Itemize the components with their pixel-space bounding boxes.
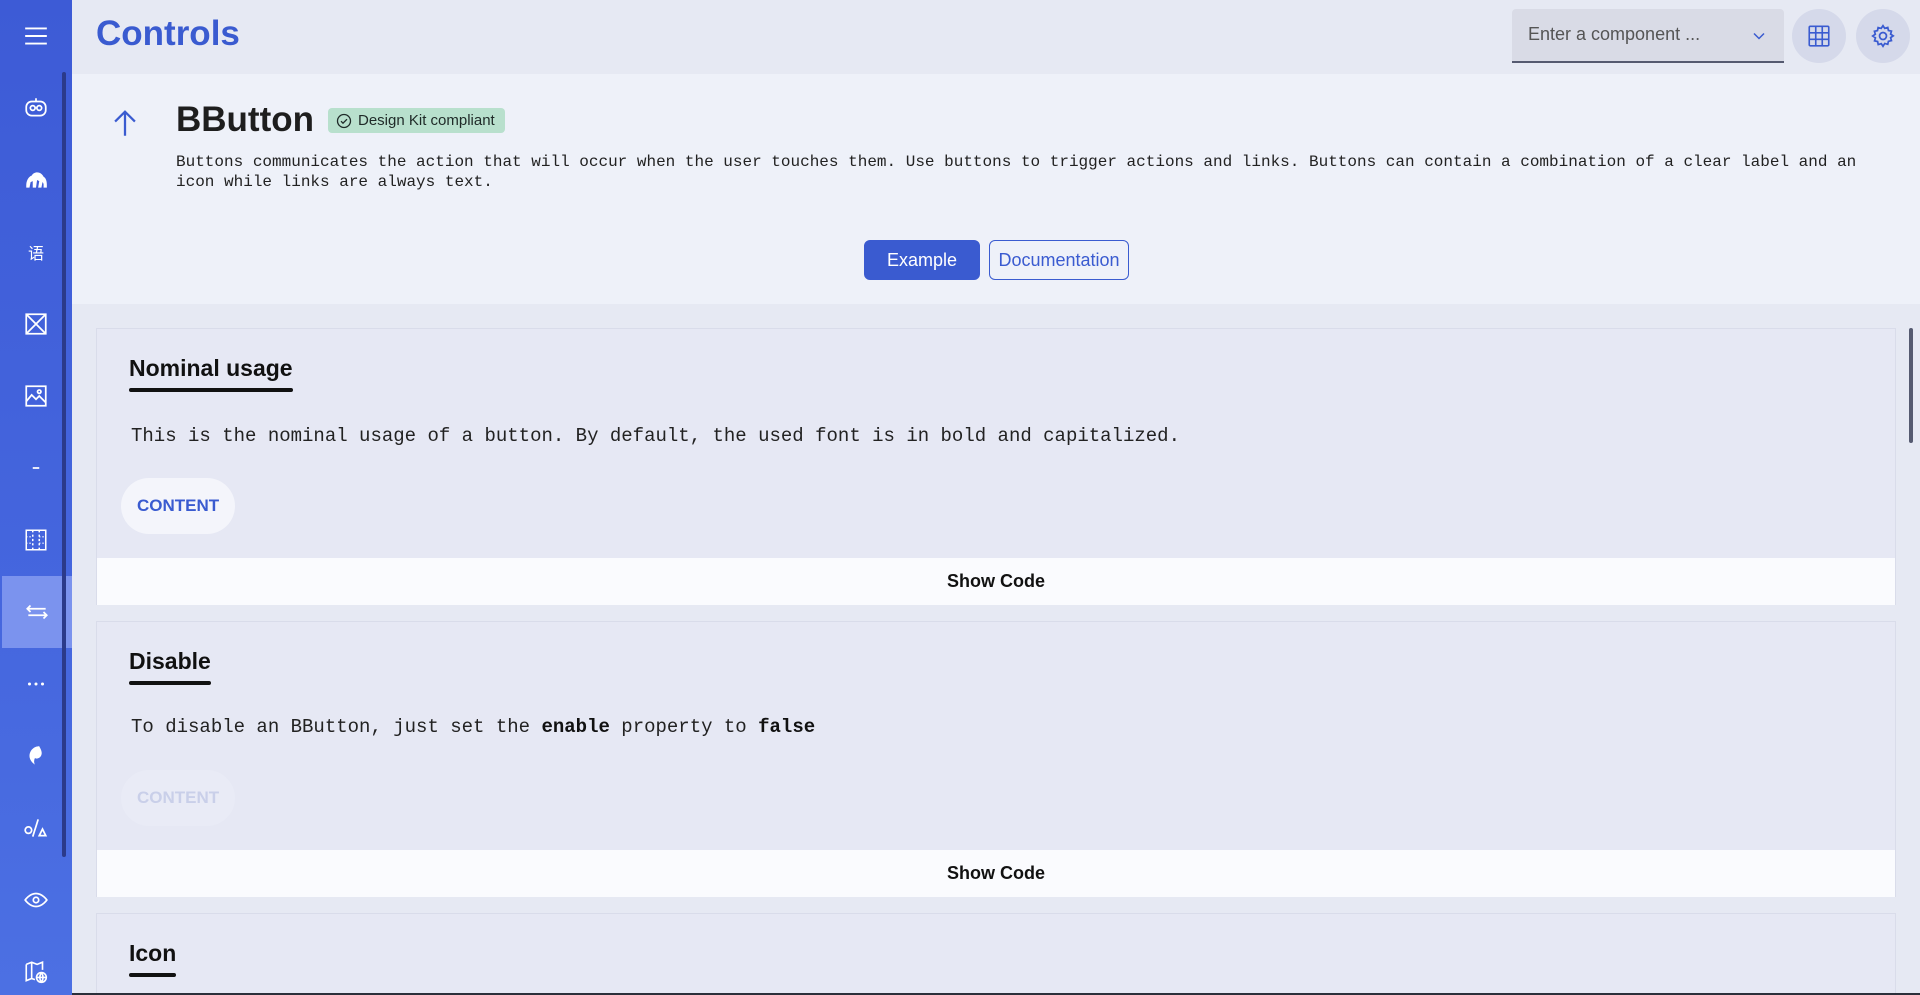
section-title: Disable	[129, 648, 211, 685]
tab-example[interactable]: Example	[864, 240, 980, 280]
menu-button[interactable]	[0, 0, 72, 72]
image-icon	[25, 385, 47, 407]
section-title: Nominal usage	[129, 355, 293, 392]
swap-arrows-icon	[26, 604, 48, 620]
eye-icon	[24, 892, 48, 908]
sidebar-item-map[interactable]	[0, 936, 72, 995]
component-description: Buttons communicates the action that wil…	[176, 153, 1857, 191]
chevron-down-icon[interactable]	[1752, 29, 1766, 43]
status-badge: Design Kit compliant	[328, 108, 505, 133]
image-placeholder-icon	[25, 313, 47, 335]
component-search[interactable]	[1512, 9, 1784, 63]
map-globe-icon	[25, 961, 48, 984]
check-circle-icon	[336, 113, 352, 128]
table-grid-icon	[1808, 25, 1830, 47]
disabled-content-button: CONTENT	[121, 770, 236, 826]
page-title: Controls	[96, 14, 240, 53]
language-icon: 语	[27, 244, 44, 263]
section-nominal-usage: Nominal usage This is the nominal usage …	[96, 328, 1896, 605]
grid-icon	[25, 529, 47, 551]
settings-button[interactable]	[1856, 9, 1910, 63]
badge-label: Design Kit compliant	[358, 112, 495, 129]
search-input[interactable]	[1528, 24, 1748, 45]
section-description: To disable an BButton, just set the enab…	[131, 716, 815, 738]
tab-documentation[interactable]: Documentation	[989, 240, 1129, 280]
sidebar: 语	[0, 0, 72, 995]
sidebar-scrollbar[interactable]	[62, 72, 66, 857]
page-scrollbar[interactable]	[1909, 328, 1913, 443]
code-keyword-false: false	[758, 716, 816, 738]
arrow-up-icon[interactable]	[108, 106, 142, 140]
menu-icon	[25, 27, 47, 45]
spinner-icon	[29, 746, 42, 765]
show-code-button[interactable]: Show Code	[97, 850, 1895, 897]
hand-icon	[26, 172, 47, 188]
app-header: Controls	[72, 0, 1920, 74]
section-disable: Disable To disable an BButton, just set …	[96, 621, 1896, 897]
text-mid: property to	[609, 716, 759, 738]
section-icon: Icon	[96, 913, 1896, 995]
show-code-button[interactable]: Show Code	[97, 558, 1895, 605]
robot-icon	[25, 98, 47, 117]
gear-icon	[1871, 24, 1895, 48]
text-prefix: To disable an BButton, just set the	[131, 716, 542, 738]
minus-icon	[32, 467, 40, 469]
content-button[interactable]: CONTENT	[121, 478, 236, 534]
component-header: BButton Design Kit compliant Buttons com…	[72, 74, 1920, 304]
grid-view-button[interactable]	[1792, 9, 1846, 63]
more-horizontal-icon	[27, 682, 45, 686]
sidebar-item-eye[interactable]	[0, 864, 72, 936]
section-title: Icon	[129, 940, 177, 977]
section-description: This is the nominal usage of a button. B…	[131, 425, 1180, 447]
code-keyword-enable: enable	[541, 716, 610, 738]
shapes-icon	[24, 819, 48, 837]
component-title: BButton	[176, 100, 315, 139]
